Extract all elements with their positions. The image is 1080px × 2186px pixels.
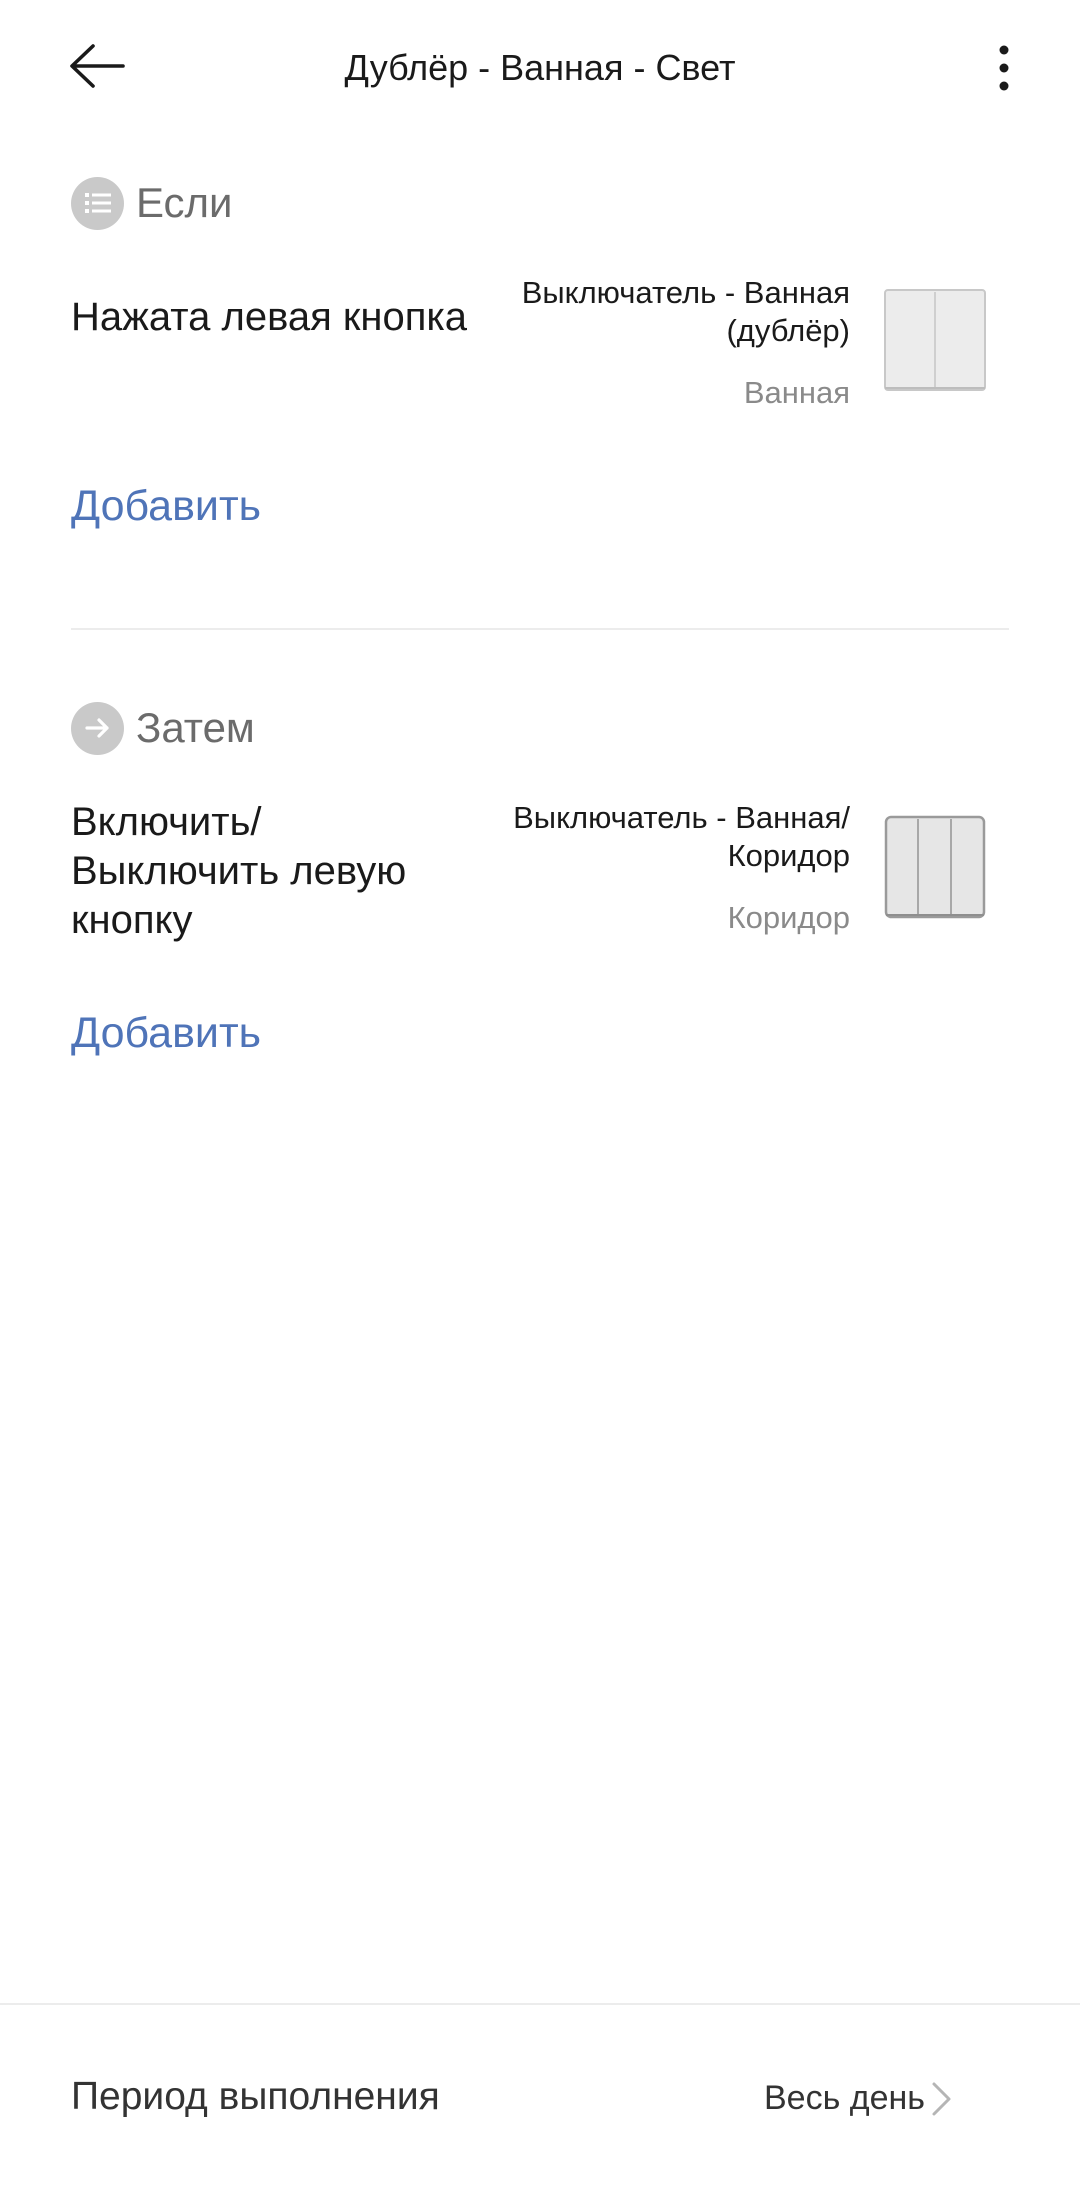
chevron-right-icon (932, 2082, 951, 2116)
arrow-right-icon (71, 701, 124, 755)
page-title: Дублёр - Ванная - Свет (344, 47, 736, 88)
action-item[interactable]: Включить/ Выключить левую кнопку Выключа… (0, 795, 1080, 955)
back-arrow-icon (70, 44, 125, 88)
top-bar: Дублёр - Ванная - Свет (0, 0, 1080, 136)
add-action-button[interactable]: Добавить (71, 1006, 261, 1060)
condition-text: Нажата левая кнопка (71, 295, 468, 339)
execution-period-label: Период выполнения (71, 2075, 440, 2118)
condition-device-name: Выключатель - Ванная (дублёр) (521, 275, 850, 348)
if-section-header: Если (71, 175, 233, 231)
execution-period-value: Весь день (764, 2079, 925, 2117)
condition-device-room: Ванная (743, 375, 850, 410)
more-vertical-icon (999, 45, 1009, 91)
more-options-button[interactable] (982, 36, 1026, 100)
section-divider (71, 628, 1009, 630)
add-condition-button[interactable]: Добавить (71, 479, 261, 533)
execution-period-row[interactable]: Период выполнения Весь день (0, 2004, 1080, 2186)
if-section-label: Если (136, 179, 233, 226)
action-device-room: Коридор (727, 900, 850, 935)
three-gang-switch-icon (883, 815, 987, 919)
condition-item[interactable]: Нажата левая кнопка Выключатель - Ванная… (0, 270, 1080, 420)
action-device-name: Выключатель - Ванная/ Коридор (513, 800, 850, 873)
then-section-header: Затем (71, 700, 255, 756)
list-icon (71, 176, 124, 230)
then-section-label: Затем (136, 704, 255, 751)
action-text: Включить/ Выключить левую кнопку (71, 800, 407, 942)
two-gang-switch-icon (883, 288, 987, 392)
back-button[interactable] (62, 36, 132, 96)
